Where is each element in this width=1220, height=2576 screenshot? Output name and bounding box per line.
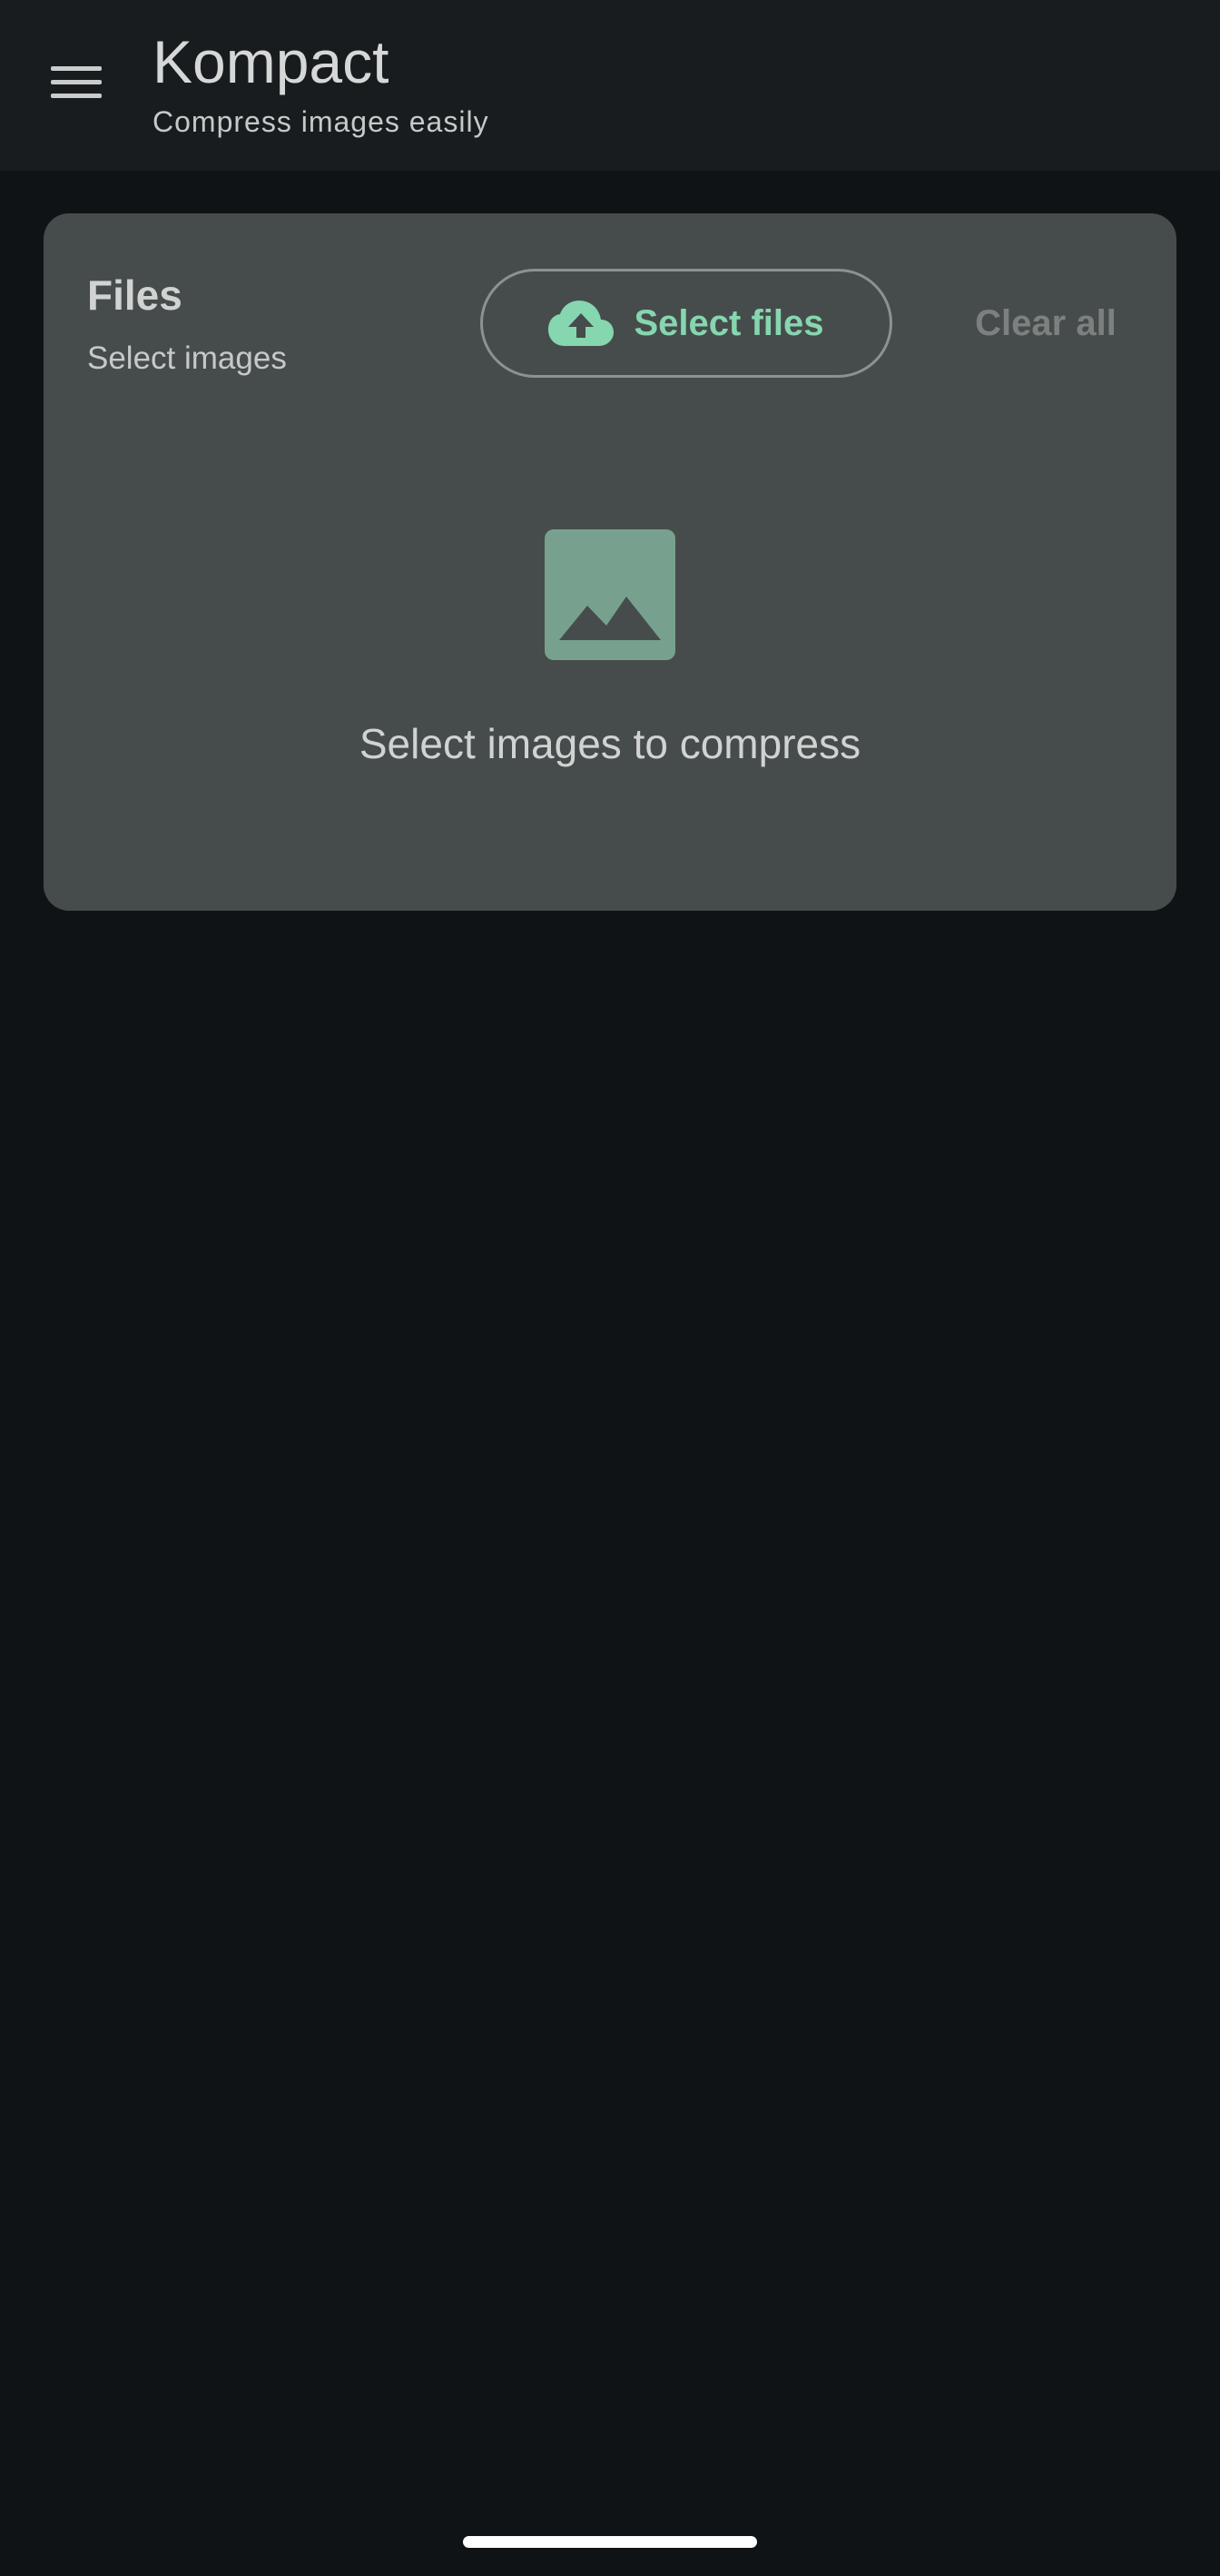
clear-all-button[interactable]: Clear all xyxy=(942,269,1149,378)
home-gesture-bar[interactable] xyxy=(463,2536,757,2548)
select-files-button[interactable]: Select files xyxy=(480,269,892,378)
files-card: Files Select images Select files Clear a… xyxy=(44,213,1176,911)
menu-button[interactable] xyxy=(27,40,125,123)
select-files-label: Select files xyxy=(634,302,824,343)
image-icon xyxy=(545,529,675,660)
app-title: Kompact xyxy=(152,28,389,95)
app-subtitle: Compress images easily xyxy=(152,105,489,138)
top-app-bar: Kompact Compress images easily xyxy=(0,0,1220,171)
cloud-upload-icon xyxy=(548,301,615,346)
empty-state-text: Select images to compress xyxy=(359,720,861,767)
files-card-title: Files xyxy=(87,271,182,319)
app-screen: Kompact Compress images easily Files Sel… xyxy=(0,0,1220,2576)
files-card-subtitle: Select images xyxy=(87,341,287,376)
hamburger-menu-icon xyxy=(51,62,102,103)
